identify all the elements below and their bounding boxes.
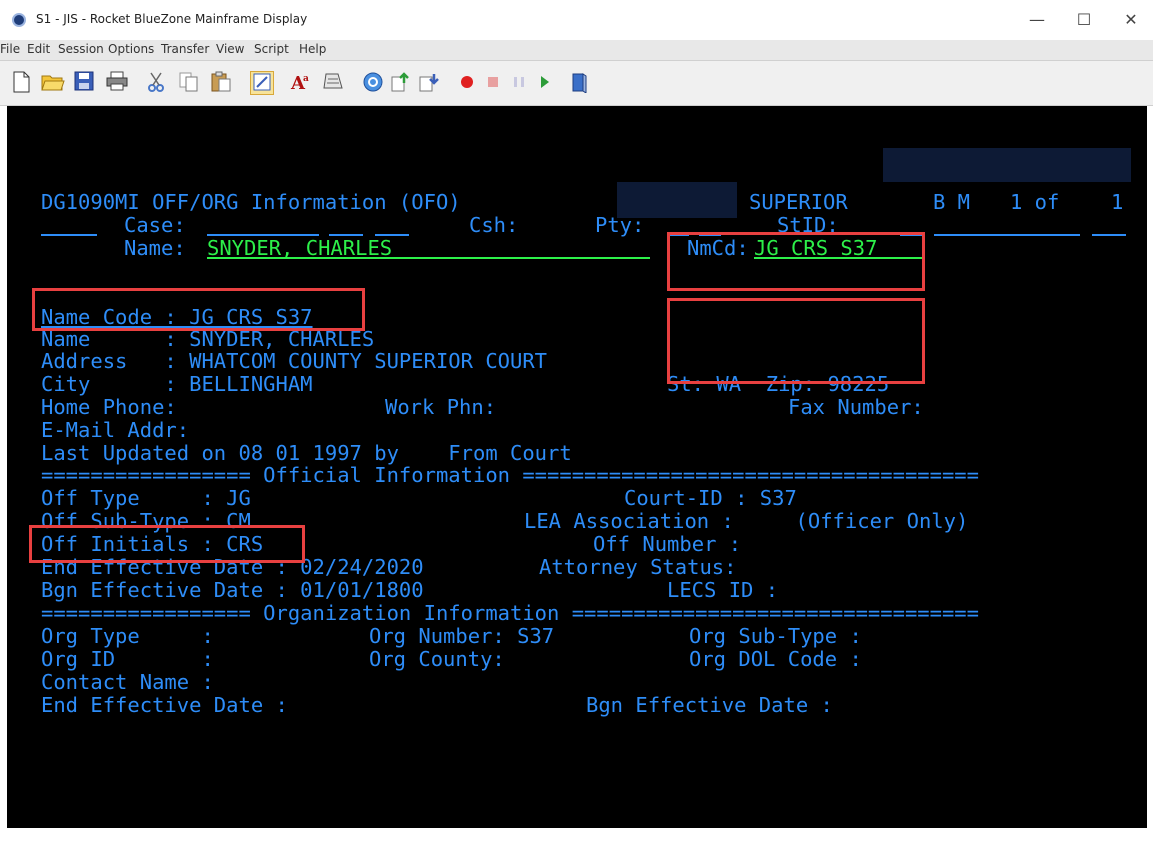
print-icon[interactable]: [106, 71, 128, 93]
attorney-status-label: Attorney Status:: [539, 555, 737, 579]
case-field[interactable]: [207, 214, 319, 236]
contact-name-label: Contact Name :: [41, 670, 214, 694]
org-number-line: Org Number: S37: [369, 624, 555, 648]
command-field[interactable]: [41, 214, 97, 236]
org-bgn-effective-date-label: Bgn Effective Date :: [586, 693, 833, 717]
address-line: Address : WHATCOM COUNTY SUPERIOR COURT: [41, 349, 548, 373]
bluezone-app-icon: [12, 13, 26, 27]
stid-field-3[interactable]: [1092, 214, 1126, 236]
menu-file[interactable]: File: [0, 42, 20, 56]
stop-icon[interactable]: [482, 71, 504, 93]
home-phone-label: Home Phone:: [41, 395, 177, 419]
receive-file-icon[interactable]: [418, 71, 440, 93]
email-label: E-Mail Addr:: [41, 418, 190, 442]
lea-association-line: LEA Association : (Officer Only): [524, 509, 969, 533]
screen-id: DG1090MI OFF/ORG Information (OFO): [41, 190, 461, 214]
copy-icon[interactable]: [178, 71, 200, 93]
menu-view[interactable]: View: [216, 42, 244, 56]
name-code-highlight-box: [32, 288, 365, 331]
name-line: Name : SNYDER, CHARLES: [41, 327, 375, 351]
toolbar: Aa: [0, 61, 1153, 106]
fax-number-label: Fax Number:: [788, 395, 924, 419]
case-label: Case:: [124, 213, 186, 237]
menu-options[interactable]: Options: [108, 42, 154, 56]
empty-highlight-box: [667, 298, 925, 384]
court-name: SUPERIOR: [749, 190, 848, 214]
script-book-icon[interactable]: [568, 71, 590, 94]
page-total: 1: [1111, 190, 1124, 214]
org-type-label: Org Type :: [41, 624, 214, 648]
off-type-highlight-box: [29, 525, 305, 563]
work-phone-label: Work Phn:: [385, 395, 497, 419]
org-id-label: Org ID :: [41, 647, 214, 671]
nmcd-highlight-box: [667, 232, 925, 291]
stid-field-2[interactable]: [934, 214, 1080, 236]
flags: B M: [933, 190, 971, 214]
name-label: Name:: [124, 236, 186, 260]
play-icon[interactable]: [533, 71, 555, 93]
off-type-line: Off Type : JG: [41, 486, 251, 510]
web-icon[interactable]: [362, 71, 384, 93]
csh-label: Csh:: [469, 213, 519, 237]
org-end-effective-date-label: End Effective Date :: [41, 693, 288, 717]
page-indicator: 1 of: [1010, 190, 1060, 214]
name-value: SNYDER, CHARLES: [207, 236, 393, 260]
menu-edit[interactable]: Edit: [27, 42, 50, 56]
svg-text:a: a: [303, 74, 309, 84]
menu-help[interactable]: Help: [299, 42, 326, 56]
open-folder-icon[interactable]: [41, 71, 65, 93]
close-button[interactable]: ✕: [1111, 6, 1151, 34]
record-icon[interactable]: [456, 71, 478, 93]
edit-session-icon[interactable]: [250, 71, 274, 95]
menu-session[interactable]: Session: [58, 42, 104, 56]
org-subtype-label: Org Sub-Type :: [689, 624, 862, 648]
font-icon[interactable]: Aa: [290, 71, 312, 94]
new-document-icon[interactable]: [10, 71, 32, 93]
last-updated-line: Last Updated on 08 01 1997 by From Court: [41, 441, 572, 465]
send-file-icon[interactable]: [390, 71, 412, 93]
menu-bar: File Edit Session Options Transfer View …: [0, 40, 1153, 61]
org-dol-code-label: Org DOL Code :: [689, 647, 862, 671]
maximize-button[interactable]: ☐: [1064, 6, 1104, 34]
case-field-2[interactable]: [329, 214, 363, 236]
city-line: City : BELLINGHAM: [41, 372, 313, 396]
lecs-id-label: LECS ID :: [667, 578, 779, 602]
save-icon[interactable]: [73, 71, 95, 93]
bgn-effective-date-line: Bgn Effective Date : 01/01/1800: [41, 578, 424, 602]
window-bottom-edge: [0, 828, 1153, 842]
redacted-area: [883, 148, 1131, 182]
cut-icon[interactable]: [145, 71, 167, 93]
paste-icon[interactable]: [210, 71, 232, 93]
title-bar: S1 - JIS - Rocket BlueZone Mainframe Dis…: [0, 0, 1153, 40]
off-number-label: Off Number :: [593, 532, 742, 556]
case-field-3[interactable]: [375, 214, 409, 236]
organization-info-separator: ================= Organization Informati…: [41, 601, 979, 625]
keyboard-icon[interactable]: [322, 71, 344, 93]
menu-script[interactable]: Script: [254, 42, 289, 56]
window-title: S1 - JIS - Rocket BlueZone Mainframe Dis…: [36, 12, 308, 26]
org-county-label: Org County:: [369, 647, 505, 671]
terminal-screen[interactable]: DG1090MI OFF/ORG Information (OFO) SUPER…: [7, 106, 1147, 828]
pause-icon[interactable]: [508, 71, 530, 93]
pty-label: Pty:: [595, 213, 645, 237]
court-id-line: Court-ID : S37: [624, 486, 797, 510]
minimize-button[interactable]: —: [1017, 6, 1057, 34]
official-info-separator: ================= Official Information =…: [41, 463, 979, 487]
menu-transfer[interactable]: Transfer: [161, 42, 209, 56]
